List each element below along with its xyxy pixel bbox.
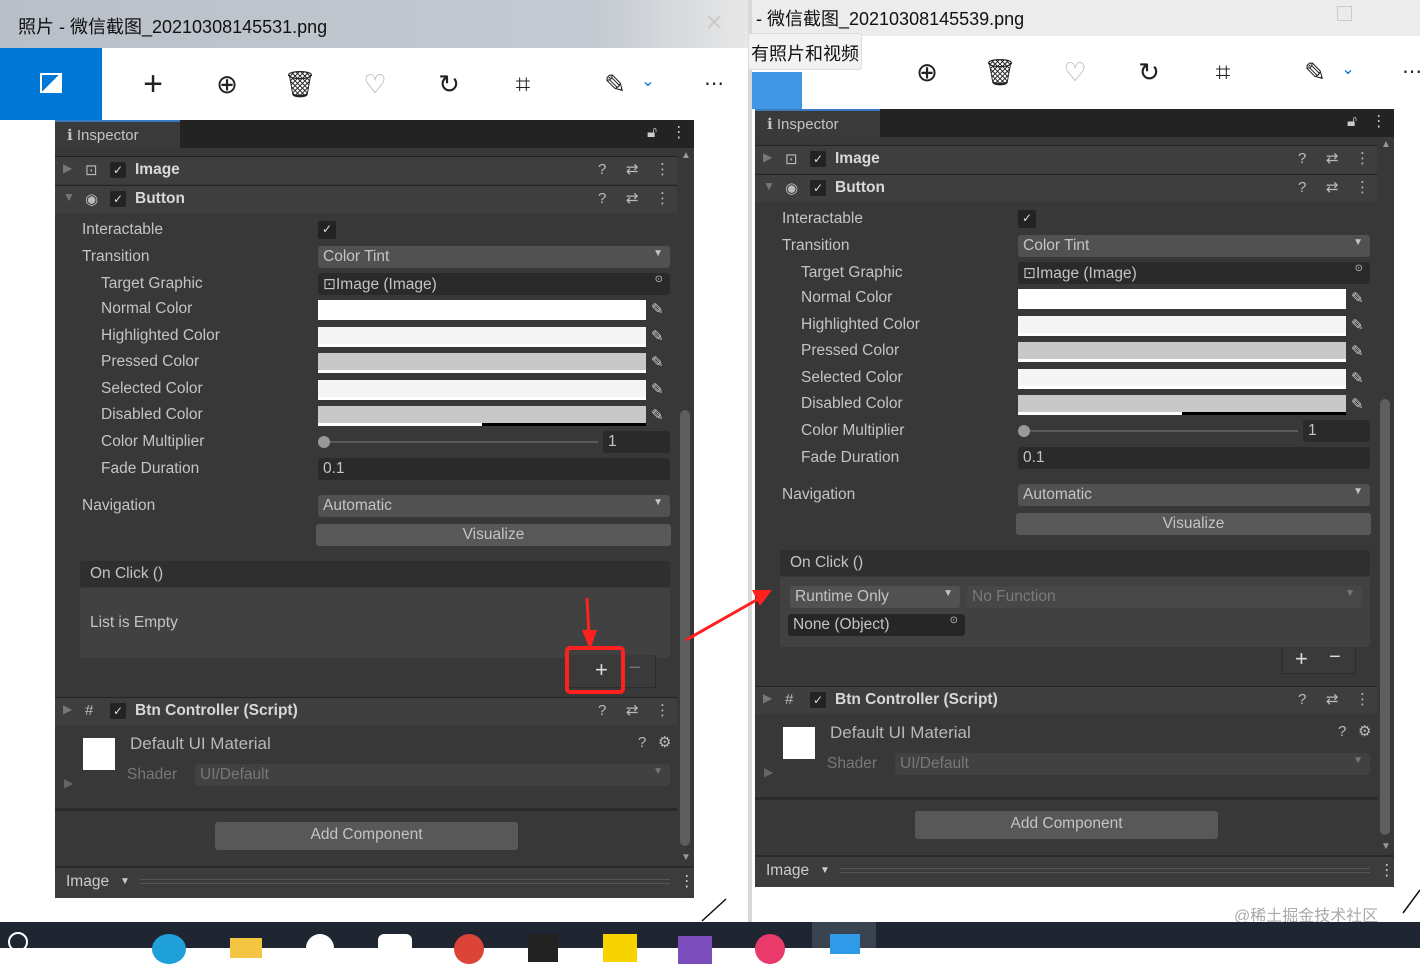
search-icon[interactable] (8, 932, 28, 952)
arrow-right (685, 596, 761, 642)
active-app-icon[interactable] (812, 922, 876, 954)
resize-arrow (701, 898, 727, 922)
arrow-head (752, 590, 772, 606)
resize-arrow (1402, 889, 1420, 914)
visual-studio-icon[interactable] (678, 936, 712, 964)
app-icon[interactable] (378, 934, 412, 962)
annotations (565, 590, 1420, 922)
app-icon[interactable] (306, 934, 334, 962)
taskbar (0, 922, 1420, 964)
app-icon[interactable] (755, 934, 785, 964)
folder-icon[interactable] (230, 938, 262, 958)
unity-icon[interactable] (528, 934, 558, 962)
app-icon[interactable] (603, 934, 637, 962)
highlight-box (565, 646, 625, 694)
chrome-icon[interactable] (454, 934, 484, 964)
edge-icon[interactable] (152, 934, 186, 964)
